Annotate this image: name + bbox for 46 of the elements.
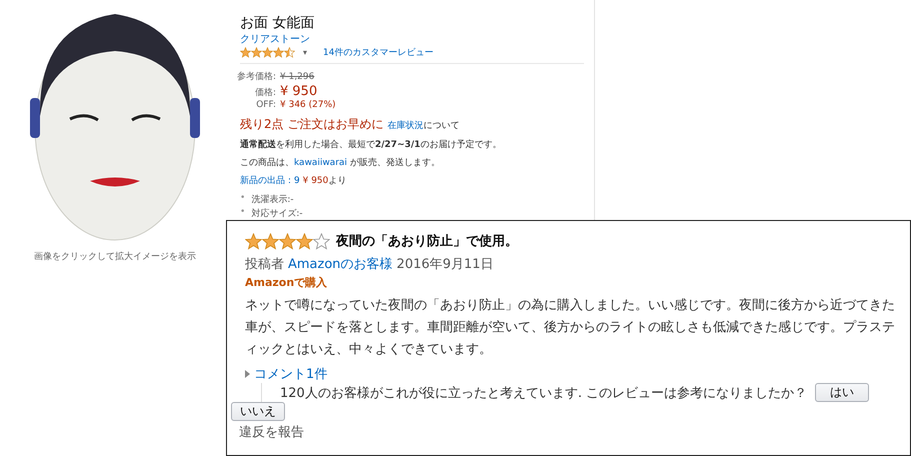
- stock-info-text: 在庫状況について: [387, 120, 460, 132]
- star-icon: [296, 232, 313, 250]
- seller-text: この商品は、kawaiiwarai が販売、発送します。: [240, 156, 441, 169]
- bullet-marker: •: [240, 207, 246, 219]
- star-icon: [279, 232, 296, 250]
- star-icon: [262, 47, 273, 58]
- author-link[interactable]: Amazonのお客様: [288, 255, 393, 273]
- no-button[interactable]: いいえ: [231, 402, 285, 421]
- offers-price: ¥ 950: [302, 176, 328, 186]
- stock-notice: 残り2点 ご注文はお早めに: [240, 116, 384, 133]
- star-icon: [251, 47, 262, 58]
- stock-link[interactable]: 在庫状況: [387, 121, 424, 131]
- star-icon: [262, 232, 279, 250]
- price-label: 参考価格:: [236, 70, 277, 83]
- price-label: OFF:: [255, 100, 277, 110]
- comments-link[interactable]: コメント1件: [254, 365, 328, 383]
- product-title: お面 女能面: [240, 14, 316, 32]
- star-icon: [240, 47, 251, 58]
- offers-suffix: より: [328, 176, 346, 186]
- star-icon: [273, 47, 284, 58]
- savings-amount: ¥ 346 (27%): [280, 100, 337, 110]
- star-icon: [284, 47, 295, 58]
- verified-purchase-label: Amazonで購入: [245, 275, 328, 290]
- dropdown-icon[interactable]: ▾: [303, 48, 308, 57]
- feature-text: 洗濯表示:-: [251, 194, 294, 206]
- delivery-text: 通常配送を利用した場合、最短で2/27~3/1のお届け予定です。: [240, 138, 502, 151]
- report-link[interactable]: 違反を報告: [239, 423, 304, 441]
- offers-link[interactable]: 新品の出品：9: [240, 176, 300, 186]
- star-icon: [313, 232, 330, 250]
- seller-link[interactable]: kawaiiwarai: [294, 158, 348, 168]
- feature-text: 対応サイズ:-: [251, 208, 303, 220]
- reviews-link[interactable]: 14件のカスタマーレビュー: [323, 46, 434, 59]
- review-date: 2016年9月11日: [396, 256, 494, 273]
- star-icon: [245, 232, 262, 250]
- price-value: ¥ 950: [280, 84, 318, 99]
- price-label: 価格:: [254, 86, 277, 99]
- bullet-marker: •: [240, 193, 246, 205]
- image-caption: 画像をクリックして拡大イメージを表示: [34, 250, 196, 263]
- yes-button[interactable]: はい: [815, 383, 870, 402]
- review-text: ネットで噂になっていた夜間の「あおり防止」の為に購入しました。いい感じです。夜間に後方から近づてきた車が、スピードを落とします。車間距離が空いて、後方からのライトの眩しさも低減できた感じです。プラスティックとはいえ、中々よくできています。: [245, 297, 896, 359]
- author-label: 投稿者: [245, 256, 284, 273]
- review-title: 夜間の「あおり防止」で使用。: [336, 232, 518, 250]
- brand-link[interactable]: クリアストーン: [240, 34, 310, 45]
- list-price: ¥ 1,296: [280, 72, 316, 82]
- expand-icon[interactable]: [245, 370, 250, 378]
- helpful-question: 120人のお客様がこれが役に立ったと考えています. このレビューは参考になりましたか？: [280, 384, 808, 402]
